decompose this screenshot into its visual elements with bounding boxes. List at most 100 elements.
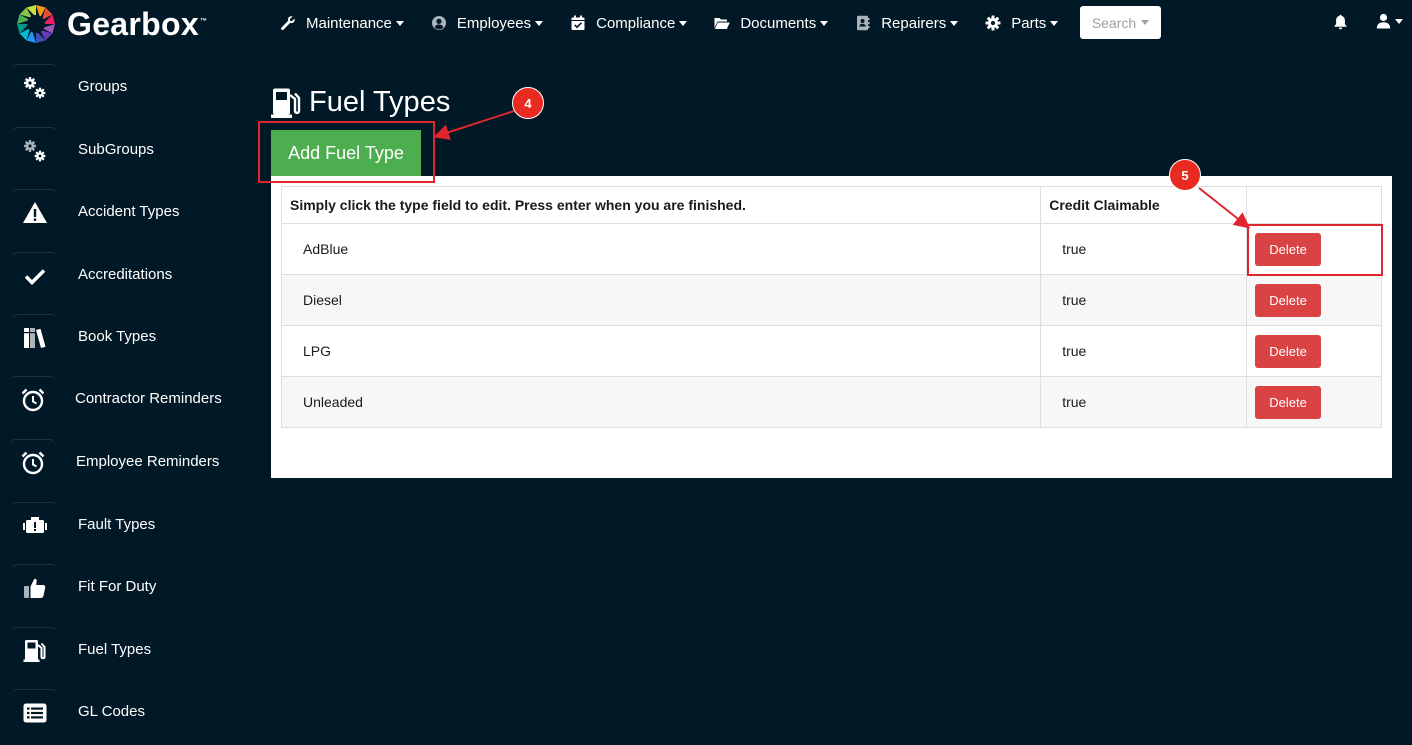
- sidebar-item-label: Fault Types: [78, 516, 156, 533]
- sidebar-icon-box: [11, 64, 58, 111]
- nav-repairers[interactable]: Repairers: [855, 15, 959, 32]
- nav-employees[interactable]: Employees: [431, 15, 544, 32]
- sidebar-item-fit-for-duty[interactable]: Fit For Duty: [0, 557, 230, 617]
- credit-claimable-cell[interactable]: true: [1040, 223, 1248, 275]
- nav-maintenance[interactable]: Maintenance: [280, 15, 404, 32]
- sidebar-item-accreditations[interactable]: Accreditations: [0, 245, 230, 305]
- fuel-types-panel: Simply click the type field to edit. Pre…: [271, 176, 1392, 478]
- fuel-type-cell[interactable]: Diesel: [280, 274, 1042, 326]
- gear-icon: [985, 15, 1001, 31]
- top-navbar: Gearbox™ Maintenance Employees Complianc…: [0, 0, 1412, 46]
- bell-icon[interactable]: [1333, 14, 1348, 30]
- sidebar-item-label: Accident Types: [78, 203, 180, 220]
- chevron-down-icon: [1050, 20, 1059, 26]
- engine-warning-icon: [22, 517, 47, 533]
- sidebar-item-fault-types[interactable]: Fault Types: [0, 495, 230, 555]
- list-icon: [23, 703, 46, 723]
- warning-icon: [22, 202, 47, 223]
- folder-open-icon: [714, 18, 731, 29]
- annotation-badge-4: 4: [512, 87, 544, 119]
- sidebar-item-label: Contractor Reminders: [75, 390, 222, 407]
- sidebar-item-employee-reminders[interactable]: Employee Reminders: [0, 432, 230, 492]
- delete-button[interactable]: Delete: [1255, 334, 1322, 368]
- action-cell: Delete: [1246, 376, 1382, 428]
- sidebar-item-contractor-reminders[interactable]: Contractor Reminders: [0, 369, 230, 429]
- sidebar-item-book-types[interactable]: Book Types: [0, 307, 230, 367]
- wrench-icon: [281, 16, 295, 31]
- table-row: LPG true Delete: [280, 325, 1382, 377]
- brand[interactable]: Gearbox™: [16, 4, 207, 44]
- page-title: Fuel Types: [271, 86, 450, 119]
- gearbox-logo-icon: [17, 5, 55, 43]
- credit-claimable-cell[interactable]: true: [1040, 376, 1248, 428]
- sidebar-icon-box: [9, 439, 56, 486]
- credit-claimable-cell[interactable]: true: [1040, 274, 1248, 326]
- fuel-type-cell[interactable]: Unleaded: [280, 376, 1042, 428]
- sidebar-icon-box: [11, 127, 58, 174]
- annotation-highlight-delete-button: [1247, 224, 1383, 276]
- gas-pump-icon: [23, 640, 45, 662]
- sidebar-item-label: Book Types: [78, 328, 157, 345]
- fuel-types-table: Simply click the type field to edit. Pre…: [280, 186, 1382, 428]
- chevron-down-icon: [950, 20, 959, 26]
- sidebar-item-fuel-types[interactable]: Fuel Types: [0, 620, 230, 680]
- nav-parts[interactable]: Parts: [985, 15, 1059, 32]
- credit-claimable-cell[interactable]: true: [1040, 325, 1248, 377]
- chevron-down-icon: [535, 20, 544, 26]
- sidebar-item-label: Accreditations: [78, 266, 173, 283]
- nav-compliance[interactable]: Compliance: [570, 15, 688, 32]
- fuel-type-cell[interactable]: LPG: [280, 325, 1042, 377]
- table-row: Unleaded true Delete: [280, 376, 1382, 428]
- sidebar-icon-box: [9, 376, 56, 423]
- sidebar-item-label: Fuel Types: [78, 641, 152, 658]
- search-dropdown-button[interactable]: Search: [1080, 6, 1161, 39]
- action-cell: Delete: [1246, 274, 1382, 326]
- sidebar-icon-box: [11, 502, 58, 549]
- books-icon: [23, 328, 45, 348]
- column-header-type: Simply click the type field to edit. Pre…: [280, 186, 1042, 224]
- sidebar-item-label: GL Codes: [78, 703, 145, 720]
- sidebar-icon-box: [11, 689, 58, 736]
- fuel-type-cell[interactable]: AdBlue: [280, 223, 1042, 275]
- sidebar-icon-box: [11, 314, 58, 361]
- thumbs-up-icon: [23, 578, 45, 598]
- sidebar-item-label: Employee Reminders: [76, 453, 220, 470]
- sidebar-icon-box: [11, 189, 58, 236]
- brand-name: Gearbox™: [67, 5, 208, 42]
- user-menu[interactable]: [1376, 13, 1403, 29]
- chevron-down-icon: [820, 20, 829, 26]
- alarm-clock-icon: [21, 451, 44, 475]
- sidebar-icon-box: [11, 564, 58, 611]
- user-icon: [1376, 13, 1391, 29]
- sidebar-item-accident-types[interactable]: Accident Types: [0, 182, 230, 242]
- check-icon: [24, 269, 45, 285]
- calendar-check-icon: [571, 15, 585, 30]
- alarm-clock-icon: [21, 388, 44, 412]
- nav-documents[interactable]: Documents: [714, 15, 829, 32]
- gears-icon: [23, 140, 45, 162]
- chevron-down-icon: [395, 20, 404, 26]
- address-book-icon: [857, 15, 870, 31]
- sidebar-item-gl-codes[interactable]: GL Codes: [0, 682, 230, 742]
- table-row: Diesel true Delete: [280, 274, 1382, 326]
- sidebar-item-groups[interactable]: Groups: [0, 57, 230, 117]
- sidebar-icon-box: [11, 252, 58, 299]
- sidebar-item-label: Groups: [78, 78, 128, 95]
- chevron-down-icon: [1141, 20, 1150, 25]
- table-row: AdBlue true Delete: [280, 223, 1382, 275]
- chevron-down-icon: [679, 20, 688, 26]
- action-cell: Delete: [1246, 325, 1382, 377]
- sidebar-item-label: SubGroups: [78, 141, 154, 158]
- column-header-credit-claimable: Credit Claimable: [1040, 186, 1248, 224]
- annotation-badge-5: 5: [1169, 159, 1201, 191]
- sidebar-item-subgroups[interactable]: SubGroups: [0, 120, 230, 180]
- column-header-actions: [1246, 186, 1382, 224]
- gears-icon: [23, 77, 45, 99]
- sidebar-item-label: Fit For Duty: [78, 578, 157, 595]
- delete-button[interactable]: Delete: [1255, 385, 1322, 419]
- chevron-down-icon: [1395, 18, 1403, 24]
- annotation-highlight-add-button: [258, 121, 435, 183]
- main-nav: Maintenance Employees Compliance Documen…: [280, 0, 1085, 46]
- delete-button[interactable]: Delete: [1255, 283, 1322, 317]
- sidebar-icon-box: [11, 627, 58, 674]
